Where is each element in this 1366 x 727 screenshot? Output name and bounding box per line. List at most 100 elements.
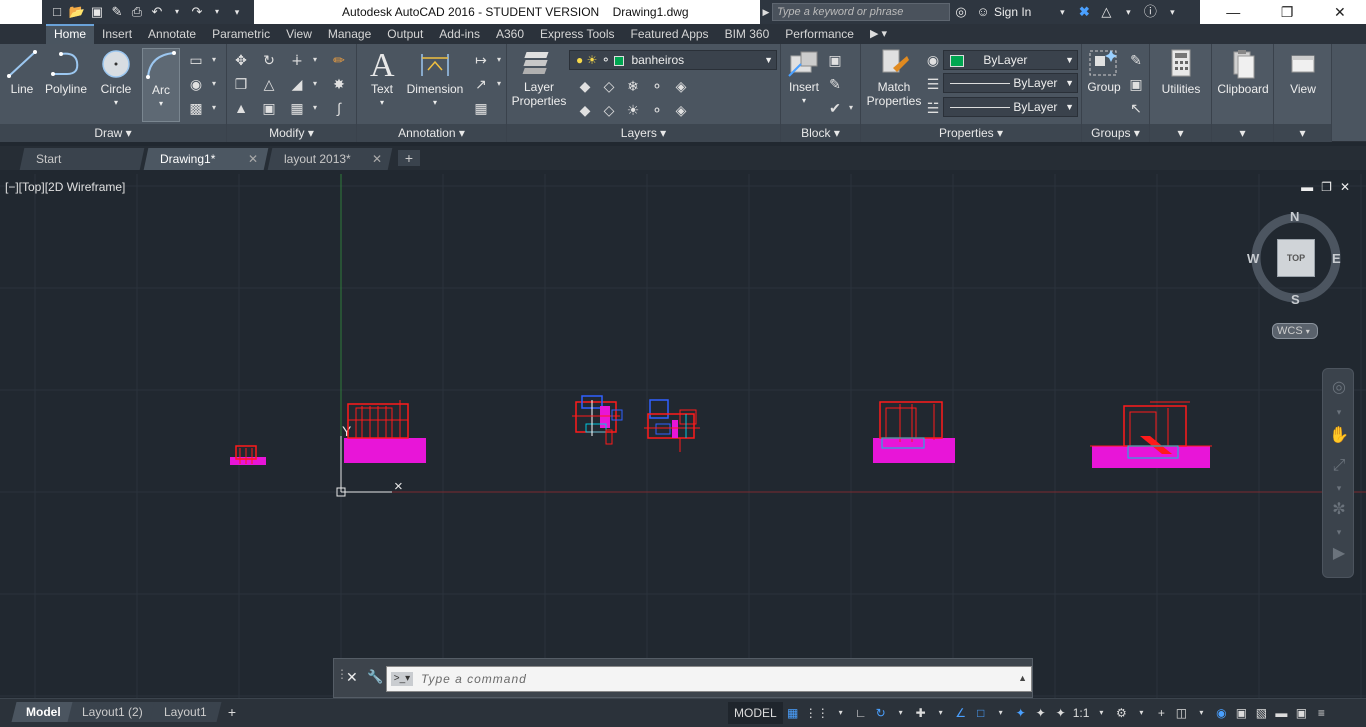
drawing-block-4[interactable] — [1090, 401, 1212, 468]
linetype-dropdown[interactable]: ByLayer ▼ — [943, 97, 1078, 117]
new-file-icon[interactable]: □ — [48, 3, 66, 21]
stay-connected-dropdown-icon[interactable]: ▾ — [1117, 0, 1139, 24]
line-button[interactable]: Line — [4, 48, 40, 96]
view-panel[interactable]: View ▾ — [1274, 44, 1332, 142]
drawing-block-1[interactable] — [230, 445, 266, 465]
layout-tab-layout1[interactable]: Layout1 — [149, 702, 222, 722]
pan-hand-icon[interactable]: ✋ — [1328, 425, 1350, 447]
command-input[interactable] — [421, 670, 1001, 688]
compass-west[interactable]: W — [1247, 251, 1259, 266]
close-tab-icon[interactable]: ✕ — [248, 148, 258, 170]
plot-icon[interactable]: ⎙ — [128, 3, 146, 21]
floor-plan-2[interactable] — [644, 399, 700, 452]
wcs-menu[interactable]: WCS ▾ — [1272, 323, 1318, 339]
file-tab-layout-2013[interactable]: layout 2013* ✕ — [267, 148, 393, 170]
annotation-scale-value[interactable]: 1:1 — [1071, 702, 1092, 724]
rotate-icon[interactable]: ↻ — [259, 50, 279, 70]
properties-palette-icon[interactable]: ▬ — [1271, 702, 1291, 724]
rectangle-icon[interactable]: ▭ — [186, 50, 206, 70]
insert-dropdown-icon[interactable]: ▾ — [785, 94, 823, 108]
redo-icon[interactable]: ↷ — [188, 3, 206, 21]
isodraft-icon[interactable]: ✚ — [911, 702, 931, 724]
tab-insert[interactable]: Insert — [94, 24, 140, 44]
table-icon[interactable]: ▦ — [471, 98, 491, 118]
linear-dim-dropdown-icon[interactable]: ▾ — [489, 50, 509, 70]
user-icon[interactable]: ☺ — [972, 0, 994, 24]
layer-previous-icon[interactable]: ◇ — [599, 100, 619, 120]
clipboard-dropdown-icon[interactable]: ▾ — [1212, 124, 1273, 142]
search-input[interactable] — [772, 3, 950, 21]
compass-north[interactable]: N — [1290, 209, 1299, 224]
array-dropdown-icon[interactable]: ▾ — [305, 98, 325, 118]
polar-dropdown-icon[interactable]: ▾ — [891, 702, 911, 724]
viewport-minimize-icon[interactable]: ▬ — [1301, 180, 1313, 194]
layer-freeze-icon[interactable]: ❄ — [623, 76, 643, 96]
redo-dropdown-icon[interactable]: ▾ — [208, 3, 226, 21]
fillet-icon[interactable]: ◢ — [287, 74, 307, 94]
hardware-acceleration-icon[interactable]: ▣ — [1231, 702, 1251, 724]
clean-screen-icon[interactable]: ▧ — [1251, 702, 1271, 724]
insert-block-button[interactable]: Insert ▾ — [785, 48, 823, 108]
isodraft-dropdown-icon[interactable]: ▾ — [931, 702, 951, 724]
steering-wheel-dropdown-icon[interactable]: ▾ — [1328, 401, 1350, 423]
hatch-icon[interactable]: ◉ — [186, 74, 206, 94]
drawing-canvas[interactable]: Y × [−][Top][2D Wireframe] ▬ ❐ ✕ TOP N S… — [0, 174, 1366, 698]
circle-dropdown-icon[interactable]: ▾ — [96, 96, 136, 110]
compass-south[interactable]: S — [1291, 292, 1300, 307]
view-dropdown-icon[interactable]: ▾ — [1274, 124, 1331, 142]
layer-walk-icon[interactable]: ◈ — [671, 100, 691, 120]
command-line-close-icon[interactable]: ✕ — [346, 669, 358, 686]
object-snap-tracking-icon[interactable]: ∠ — [951, 702, 971, 724]
rectangle-dropdown-icon[interactable]: ▾ — [204, 50, 224, 70]
command-history-icon[interactable]: ▲ — [1018, 673, 1027, 683]
object-snap-dropdown-icon[interactable]: ▾ — [991, 702, 1011, 724]
fillet-dropdown-icon[interactable]: ▾ — [305, 74, 325, 94]
make-current-icon[interactable]: ◆ — [575, 100, 595, 120]
tab-featured-apps[interactable]: Featured Apps — [623, 24, 717, 44]
undo-icon[interactable]: ↶ — [148, 3, 166, 21]
open-folder-icon[interactable]: 📂 — [68, 3, 86, 21]
model-space-toggle[interactable]: MODEL — [728, 702, 783, 724]
add-layout-button[interactable]: + — [222, 703, 242, 721]
drawing-block-3[interactable] — [873, 401, 955, 463]
steering-wheel-icon[interactable]: ◎ — [1328, 377, 1350, 399]
layer-off-icon[interactable]: ◆ — [575, 76, 595, 96]
restore-icon[interactable]: ❐ — [1281, 4, 1294, 21]
command-line-customize-icon[interactable]: 🔧 — [367, 669, 383, 685]
leader-dropdown-icon[interactable]: ▾ — [489, 74, 509, 94]
auto-scale-icon[interactable]: ✦ — [1031, 702, 1051, 724]
save-icon[interactable]: ▣ — [88, 3, 106, 21]
explode-icon[interactable]: ✸ — [329, 74, 349, 94]
scale-icon[interactable]: ▣ — [259, 98, 279, 118]
undo-dropdown-icon[interactable]: ▾ — [168, 3, 186, 21]
match-properties-button[interactable]: Match Properties — [865, 48, 923, 108]
thaw-all-icon[interactable]: ☀ — [623, 100, 643, 120]
unlock-layer-icon[interactable]: ⚬ — [647, 100, 667, 120]
polar-tracking-icon[interactable]: ↻ — [871, 702, 891, 724]
draw-panel-footer[interactable]: Draw ▾ — [0, 124, 226, 142]
create-block-icon[interactable]: ▣ — [825, 50, 845, 70]
layer-isolate-icon[interactable]: ◇ — [599, 76, 619, 96]
help-dropdown-icon[interactable]: ▾ — [1161, 0, 1183, 24]
fullscreen-icon[interactable]: ▣ — [1291, 702, 1311, 724]
block-panel-footer[interactable]: Block ▾ — [781, 124, 860, 142]
hatch-dropdown-icon[interactable]: ▾ — [204, 74, 224, 94]
arc-button[interactable]: Arc ▾ — [142, 48, 180, 122]
collapse-search-icon[interactable]: ▶ — [760, 0, 772, 24]
snap-dropdown-icon[interactable]: ▾ — [831, 702, 851, 724]
copy-icon[interactable]: ❐ — [231, 74, 251, 94]
annotation-panel-footer[interactable]: Annotation ▾ — [357, 124, 506, 142]
color-dropdown[interactable]: ByLayer ▼ — [943, 50, 1078, 70]
app-menu-button[interactable] — [0, 0, 42, 24]
text-dropdown-icon[interactable]: ▾ — [365, 96, 399, 110]
mirror-icon[interactable]: △ — [259, 74, 279, 94]
tab-annotate[interactable]: Annotate — [140, 24, 204, 44]
polyline-button[interactable]: Polyline — [42, 48, 90, 96]
edit-block-icon[interactable]: ✎ — [825, 74, 845, 94]
erase-icon[interactable]: ✏ — [329, 50, 349, 70]
tab-add-ins[interactable]: Add-ins — [431, 24, 488, 44]
viewport-restore-icon[interactable]: ❐ — [1321, 180, 1332, 194]
circle-button[interactable]: Circle ▾ — [96, 48, 136, 110]
group-edit-icon[interactable]: ▣ — [1126, 74, 1146, 94]
units-dropdown-icon[interactable]: ▾ — [1191, 702, 1211, 724]
